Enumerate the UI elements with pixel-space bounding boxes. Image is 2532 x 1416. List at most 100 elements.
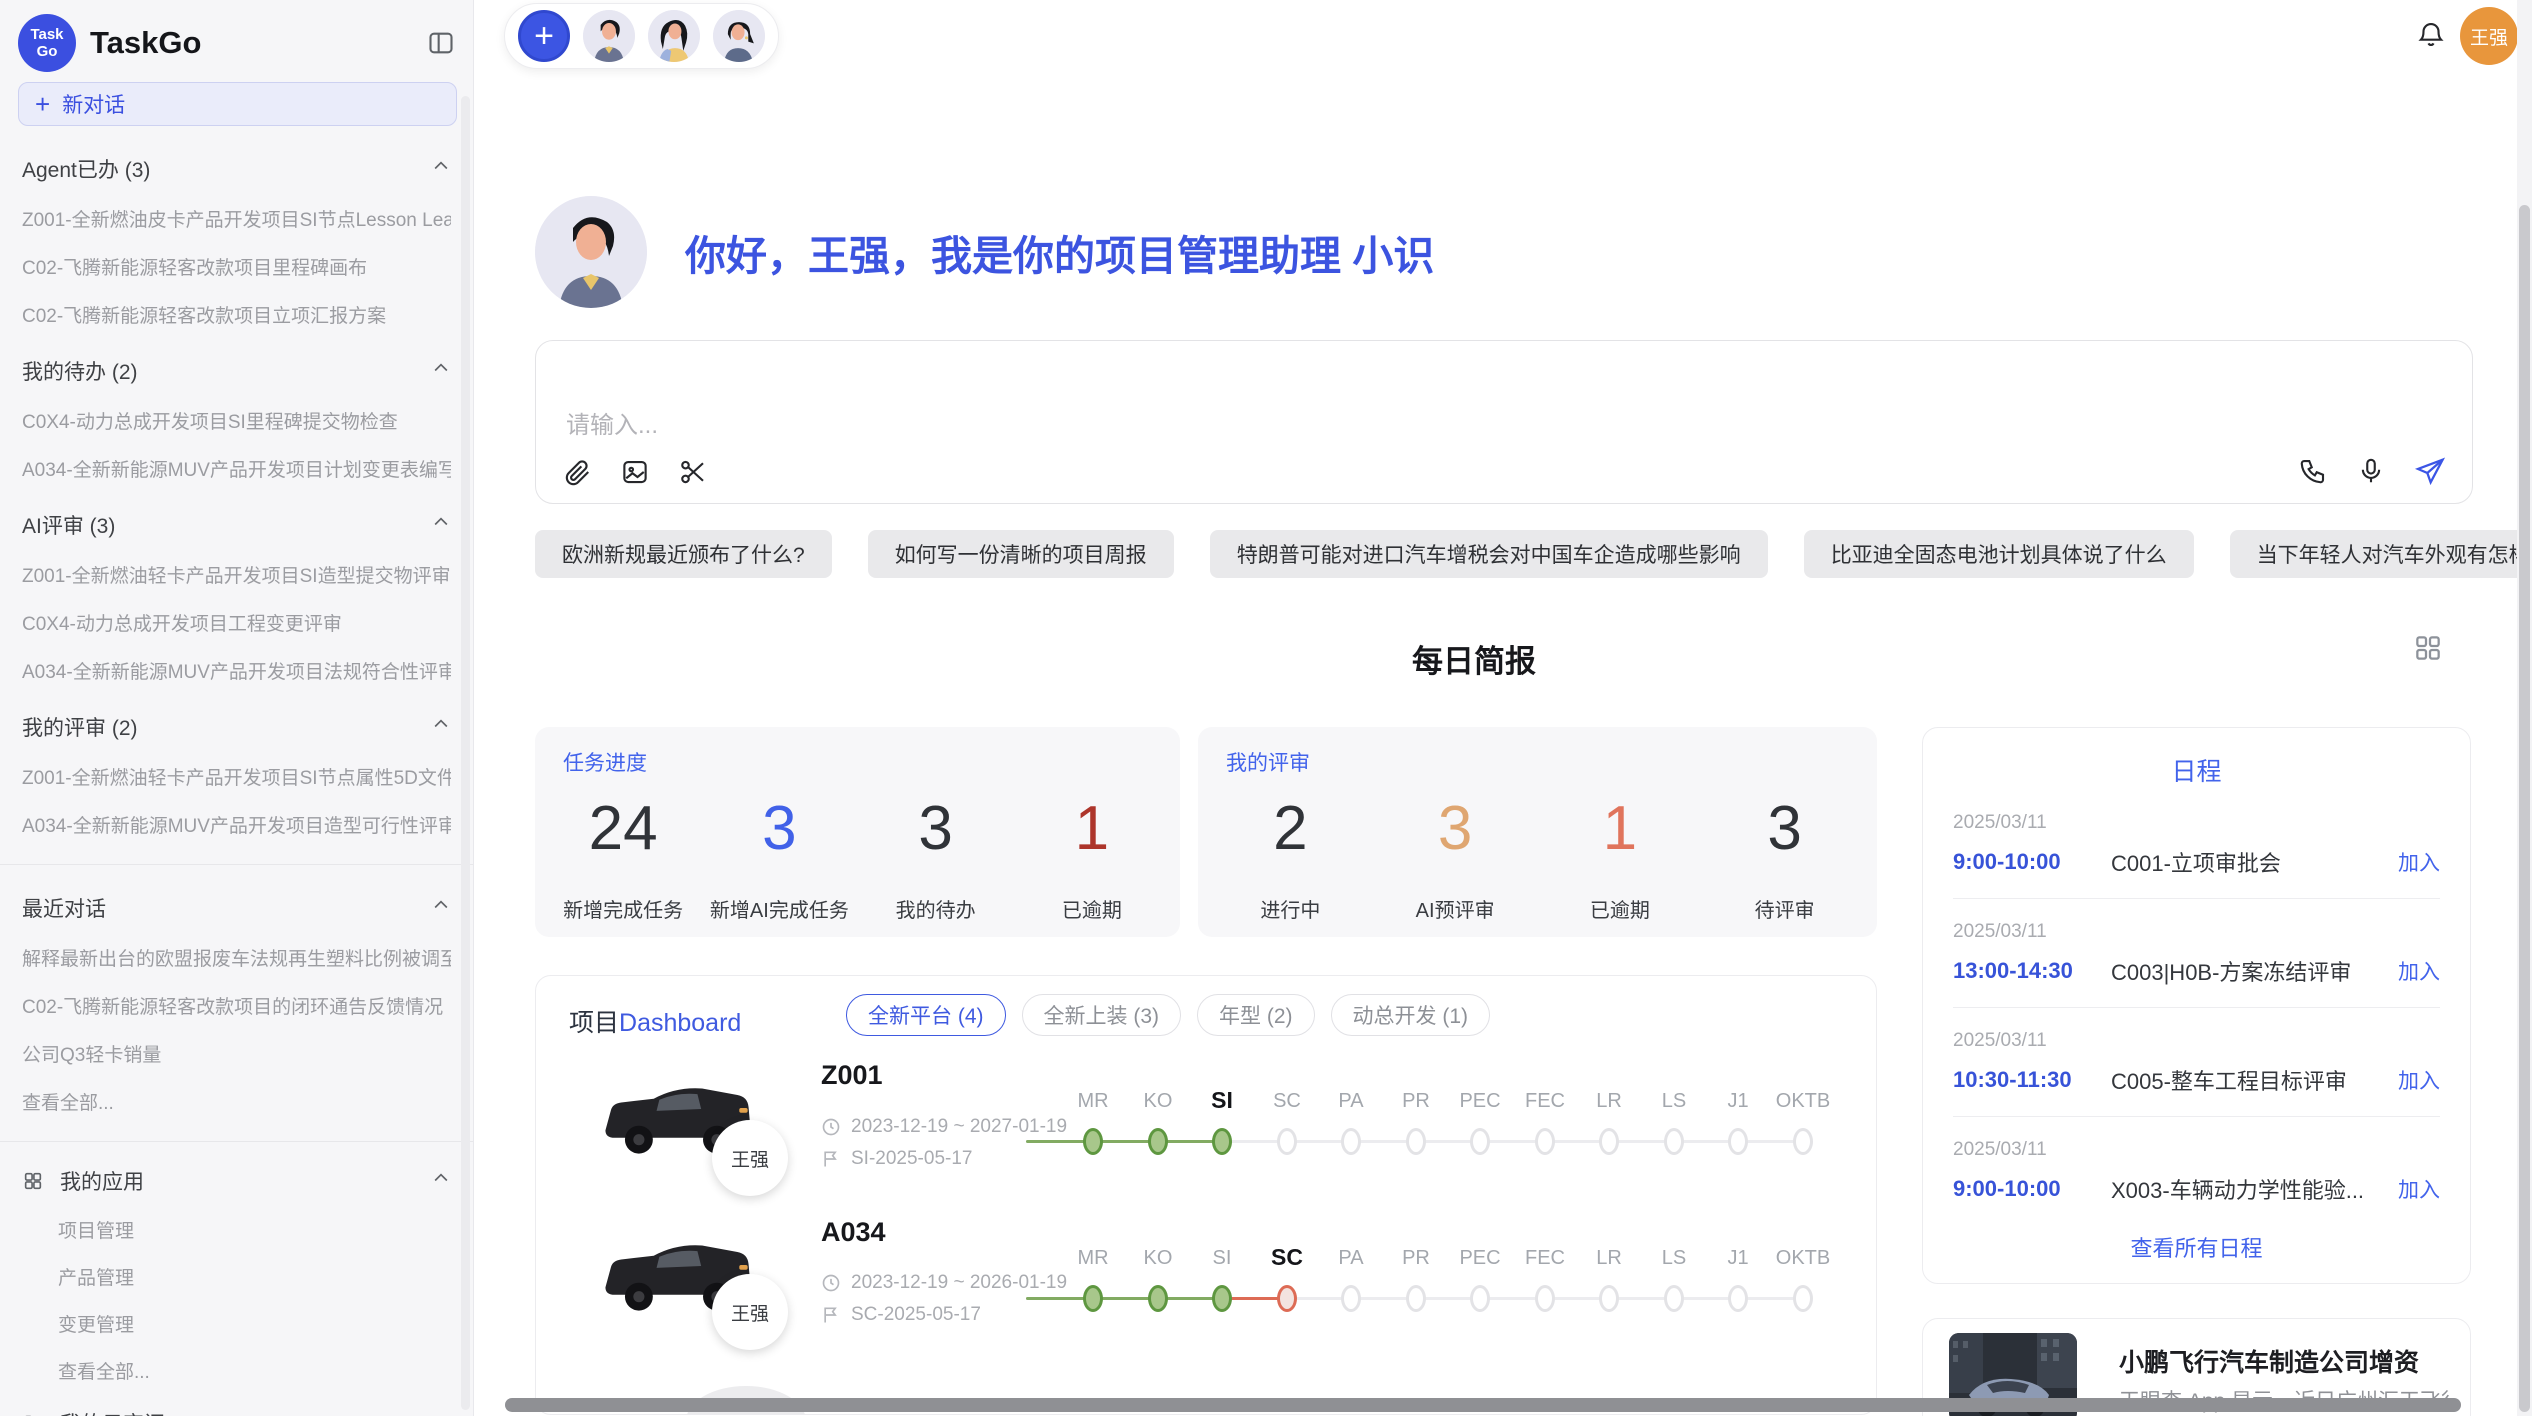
schedule-time: 9:00-10:00 bbox=[1953, 1176, 2111, 1202]
project-code[interactable]: A034 bbox=[821, 1217, 886, 1248]
clock-icon bbox=[821, 1117, 841, 1137]
owner-name: 王强 bbox=[731, 1299, 769, 1326]
stat-in-progress: 2进行中 bbox=[1208, 793, 1373, 923]
add-agent-button[interactable]: + bbox=[518, 10, 570, 62]
join-link[interactable]: 加入 bbox=[2398, 1065, 2440, 1095]
app-item-change-mgmt[interactable]: 变更管理 bbox=[58, 1310, 451, 1337]
flag-text: SI-2025-05-17 bbox=[851, 1148, 972, 1170]
logo-line1: Task bbox=[30, 26, 63, 43]
stat-value: 2 bbox=[1208, 793, 1373, 864]
user-avatar[interactable]: 王强 bbox=[2460, 7, 2518, 65]
chevron-up-icon[interactable] bbox=[431, 895, 451, 921]
phone-icon[interactable] bbox=[2298, 456, 2328, 486]
milestone-dot-done bbox=[1148, 1128, 1168, 1155]
app-item-product-mgmt[interactable]: 产品管理 bbox=[58, 1263, 451, 1290]
stat-label: 新增完成任务 bbox=[545, 894, 701, 923]
recent-view-all[interactable]: 查看全部... bbox=[22, 1088, 451, 1115]
milestone-dot-done bbox=[1148, 1285, 1168, 1312]
tab-year-model[interactable]: 年型 (2) bbox=[1197, 994, 1315, 1036]
stat-value: 3 bbox=[1702, 793, 1867, 864]
sidebar-item[interactable]: Z001-全新燃油皮卡产品开发项目SI节点Lesson Learn报告 bbox=[22, 205, 451, 232]
avatar-3[interactable] bbox=[713, 10, 765, 62]
app-title: TaskGo bbox=[90, 25, 427, 61]
join-link[interactable]: 加入 bbox=[2398, 956, 2440, 986]
schedule-meeting-title: C003|H0B-方案冻结评审 bbox=[2111, 955, 2398, 987]
new-chat-button[interactable]: + 新对话 bbox=[18, 82, 457, 126]
avatar-2[interactable] bbox=[648, 10, 700, 62]
sidebar-item[interactable]: C02-飞腾新能源轻客改款项目里程碑画布 bbox=[22, 253, 451, 280]
sidebar-item[interactable]: C02-飞腾新能源轻客改款项目立项汇报方案 bbox=[22, 301, 451, 328]
app-view-all[interactable]: 查看全部... bbox=[58, 1357, 451, 1384]
sidebar-item[interactable]: C0X4-动力总成开发项目SI里程碑提交物检查 bbox=[22, 407, 451, 434]
notification-bell-icon[interactable] bbox=[2416, 19, 2446, 54]
greeting-text: 你好，王强，我是你的项目管理助理 小识 bbox=[685, 222, 1434, 282]
recent-chat-item[interactable]: C02-飞腾新能源轻客改款项目的闭环通告反馈情况 bbox=[22, 992, 451, 1019]
recent-chat-item[interactable]: 解释最新出台的欧盟报废车法规再生塑料比例被调至15%... bbox=[22, 944, 451, 971]
suggestion-chip[interactable]: 当下年轻人对汽车外观有怎样的喜好趋势 bbox=[2230, 530, 2532, 578]
milestone-label: LS bbox=[1639, 1247, 1709, 1270]
milestone-label: PEC bbox=[1445, 1247, 1515, 1270]
sidebar-item[interactable]: Z001-全新燃油轻卡产品开发项目SI造型提交物评审 bbox=[22, 561, 451, 588]
join-link[interactable]: 加入 bbox=[2398, 847, 2440, 877]
sidebar-item-my-apps[interactable]: 我的应用 bbox=[22, 1166, 451, 1196]
sidebar-item-cloud-space[interactable]: 我的云空间 bbox=[22, 1408, 451, 1416]
recent-chat-item[interactable]: 公司Q3轻卡销量 bbox=[22, 1040, 451, 1067]
quick-access-bar: + bbox=[504, 3, 779, 69]
project-code[interactable]: Z001 bbox=[821, 1060, 883, 1091]
sidebar-item[interactable]: A034-全新新能源MUV产品开发项目法规符合性评审 bbox=[22, 657, 451, 684]
schedule-date: 2025/03/11 bbox=[1953, 1030, 2440, 1052]
app-item-project-mgmt[interactable]: 项目管理 bbox=[58, 1216, 451, 1243]
milestone-dot bbox=[1341, 1128, 1361, 1155]
section-ai-review[interactable]: AI评审 (3) bbox=[22, 510, 451, 540]
chevron-up-icon[interactable] bbox=[431, 358, 451, 384]
stat-value: 3 bbox=[701, 793, 857, 864]
suggestion-chip[interactable]: 欧洲新规最近颁布了什么? bbox=[535, 530, 832, 578]
assistant-avatar bbox=[535, 196, 647, 308]
date-range-text: 2023-12-19 ~ 2027-01-19 bbox=[851, 1116, 1067, 1138]
divider bbox=[0, 1141, 473, 1142]
chevron-up-icon[interactable] bbox=[431, 1168, 451, 1194]
section-title: Agent已办 (3) bbox=[22, 154, 150, 184]
microphone-icon[interactable] bbox=[2356, 456, 2386, 486]
chevron-up-icon[interactable] bbox=[431, 714, 451, 740]
sidebar-item[interactable]: C0X4-动力总成开发项目工程变更评审 bbox=[22, 609, 451, 636]
sidebar-item[interactable]: A034-全新新能源MUV产品开发项目造型可行性评审 bbox=[22, 811, 451, 838]
chevron-up-icon[interactable] bbox=[431, 512, 451, 538]
view-all-schedule-link[interactable]: 查看所有日程 bbox=[1923, 1231, 2470, 1263]
attachment-icon[interactable] bbox=[562, 457, 592, 487]
send-icon[interactable] bbox=[2414, 455, 2446, 487]
avatar-1[interactable] bbox=[583, 10, 635, 62]
suggestion-chip[interactable]: 如何写一份清晰的项目周报 bbox=[868, 530, 1174, 578]
horizontal-scrollbar[interactable] bbox=[505, 1398, 2461, 1412]
section-agent-done[interactable]: Agent已办 (3) bbox=[22, 154, 451, 184]
tab-powertrain[interactable]: 动总开发 (1) bbox=[1331, 994, 1491, 1036]
image-upload-icon[interactable] bbox=[620, 457, 650, 487]
sidebar-scrollbar[interactable] bbox=[461, 96, 470, 1410]
schedule-item: 2025/03/11 9:00-10:00 X003-车辆动力学性能验... 加… bbox=[1953, 1117, 2440, 1225]
milestone-dot bbox=[1341, 1285, 1361, 1312]
sidebar-item[interactable]: Z001-全新燃油轻卡产品开发项目SI节点属性5D文件评审 bbox=[22, 763, 451, 790]
message-composer[interactable]: 请输入... bbox=[535, 340, 2473, 504]
chevron-up-icon[interactable] bbox=[431, 156, 451, 182]
schedule-item: 2025/03/11 9:00-10:00 C001-立项审批会 加入 bbox=[1953, 790, 2440, 899]
tab-new-platform[interactable]: 全新平台 (4) bbox=[846, 994, 1006, 1036]
stat-value: 24 bbox=[545, 793, 701, 864]
schedule-date: 2025/03/11 bbox=[1953, 921, 2440, 943]
tab-new-body[interactable]: 全新上装 (3) bbox=[1022, 994, 1182, 1036]
milestone-dot-overdue bbox=[1277, 1285, 1297, 1312]
new-chat-label: 新对话 bbox=[62, 89, 125, 119]
suggestion-chip[interactable]: 比亚迪全固态电池计划具体说了什么 bbox=[1804, 530, 2194, 578]
sidebar-item[interactable]: A034-全新新能源MUV产品开发项目计划变更表编写 bbox=[22, 455, 451, 482]
section-my-review[interactable]: 我的评审 (2) bbox=[22, 712, 451, 742]
vertical-scrollbar-track[interactable] bbox=[2517, 0, 2532, 1416]
vertical-scrollbar-thumb[interactable] bbox=[2519, 205, 2530, 1412]
scissors-icon[interactable] bbox=[678, 457, 708, 487]
layout-grid-icon[interactable] bbox=[2412, 632, 2444, 669]
section-recent-chats[interactable]: 最近对话 bbox=[22, 893, 451, 923]
collapse-sidebar-icon[interactable] bbox=[427, 29, 455, 57]
suggestion-chip[interactable]: 特朗普可能对进口汽车增税会对中国车企造成哪些影响 bbox=[1210, 530, 1768, 578]
flag-icon bbox=[821, 1149, 841, 1169]
section-my-todo[interactable]: 我的待办 (2) bbox=[22, 356, 451, 386]
join-link[interactable]: 加入 bbox=[2398, 1174, 2440, 1204]
stat-value: 1 bbox=[1014, 793, 1170, 864]
